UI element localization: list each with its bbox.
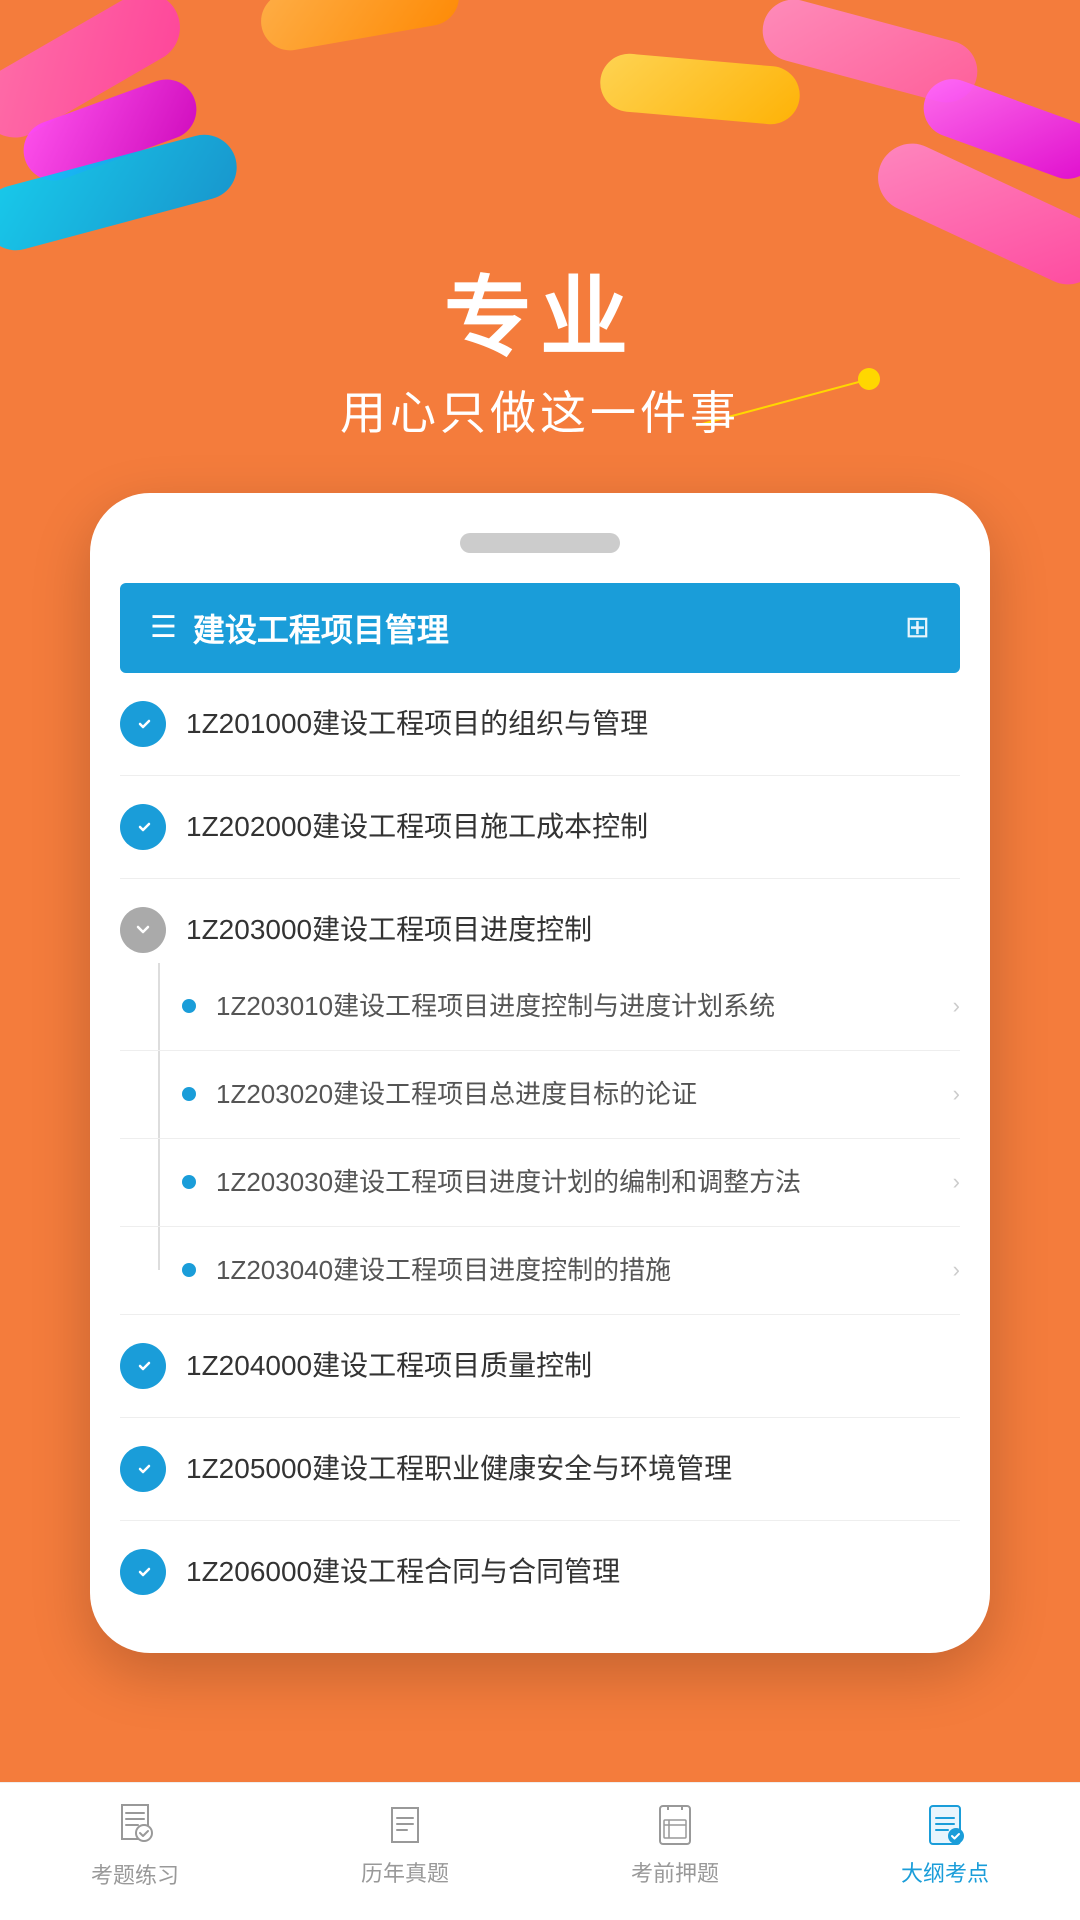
sub-item[interactable]: 1Z203020建设工程项目总进度目标的论证 › bbox=[120, 1051, 960, 1139]
phone-mockup: ☰ 建设工程项目管理 ⊞ 1Z201000建设工程项目的组织与管理 1Z2020… bbox=[90, 493, 990, 1653]
item-text: 1Z204000建设工程项目质量控制 bbox=[186, 1346, 960, 1385]
hero-title: 专业 bbox=[0, 270, 1080, 367]
nav-item-practice[interactable]: 考题练习 bbox=[35, 1799, 235, 1890]
item-text: 1Z206000建设工程合同与合同管理 bbox=[186, 1552, 960, 1591]
item-icon-blue bbox=[120, 1343, 166, 1389]
sub-item[interactable]: 1Z203030建设工程项目进度计划的编制和调整方法 › bbox=[120, 1139, 960, 1227]
item-text: 1Z205000建设工程职业健康安全与环境管理 bbox=[186, 1449, 960, 1488]
item-text: 1Z201000建设工程项目的组织与管理 bbox=[186, 704, 960, 743]
sub-item-line bbox=[158, 1139, 160, 1226]
item-icon-blue bbox=[120, 701, 166, 747]
sub-item[interactable]: 1Z203010建设工程项目进度控制与进度计划系统 › bbox=[120, 963, 960, 1051]
sub-item-text: 1Z203030建设工程项目进度计划的编制和调整方法 bbox=[216, 1163, 953, 1202]
nav-item-past[interactable]: 历年真题 bbox=[305, 1802, 505, 1888]
sub-item-dot bbox=[182, 1087, 196, 1101]
sub-item-text: 1Z203020建设工程项目总进度目标的论证 bbox=[216, 1075, 953, 1114]
list-item[interactable]: 1Z202000建设工程项目施工成本控制 bbox=[120, 776, 960, 879]
list-header-title: 建设工程项目管理 bbox=[193, 605, 449, 651]
hero-section: 专业 用心只做这一件事 bbox=[0, 0, 1080, 493]
sub-items: 1Z203010建设工程项目进度控制与进度计划系统 › 1Z203020建设工程… bbox=[120, 963, 960, 1315]
nav-icon-wrapper bbox=[112, 1799, 158, 1850]
sub-item-arrow-icon: › bbox=[953, 993, 960, 1019]
past-icon bbox=[382, 1802, 428, 1848]
sub-item[interactable]: 1Z203040建设工程项目进度控制的措施 › bbox=[120, 1227, 960, 1315]
practice-icon bbox=[112, 1799, 158, 1845]
menu-list: 1Z201000建设工程项目的组织与管理 1Z202000建设工程项目施工成本控… bbox=[90, 673, 990, 1653]
item-text: 1Z202000建设工程项目施工成本控制 bbox=[186, 807, 960, 846]
nav-item-outline[interactable]: 大纲考点 bbox=[845, 1802, 1045, 1888]
nav-label-predict: 考前押题 bbox=[631, 1856, 719, 1888]
sub-item-arrow-icon: › bbox=[953, 1257, 960, 1283]
sub-item-arrow-icon: › bbox=[953, 1169, 960, 1195]
sub-item-dot bbox=[182, 1175, 196, 1189]
list-icon: ☰ bbox=[150, 610, 177, 645]
sub-item-dot bbox=[182, 999, 196, 1013]
hero-subtitle: 用心只做这一件事 bbox=[0, 377, 1080, 443]
sub-item-line bbox=[158, 1227, 160, 1271]
list-item[interactable]: 1Z205000建设工程职业健康安全与环境管理 bbox=[120, 1418, 960, 1521]
nav-label-past: 历年真题 bbox=[361, 1856, 449, 1888]
phone-notch bbox=[460, 533, 620, 553]
nav-item-predict[interactable]: 考前押题 bbox=[575, 1802, 775, 1888]
item-icon-blue bbox=[120, 1446, 166, 1492]
sub-item-dot bbox=[182, 1263, 196, 1277]
sub-item-line bbox=[158, 963, 160, 1050]
list-item[interactable]: 1Z204000建设工程项目质量控制 bbox=[120, 1315, 960, 1418]
list-item[interactable]: 1Z206000建设工程合同与合同管理 bbox=[120, 1521, 960, 1623]
list-item-expanded[interactable]: 1Z203000建设工程项目进度控制 bbox=[120, 879, 960, 963]
nav-label-outline: 大纲考点 bbox=[901, 1856, 989, 1888]
grid-icon[interactable]: ⊞ bbox=[905, 610, 930, 645]
sub-item-line bbox=[158, 1051, 160, 1138]
item-icon-blue bbox=[120, 1549, 166, 1595]
bottom-nav: 考题练习 历年真题 考前押题 大纲考点 bbox=[0, 1782, 1080, 1920]
predict-icon bbox=[652, 1802, 698, 1848]
nav-label-practice: 考题练习 bbox=[91, 1858, 179, 1890]
sub-item-text: 1Z203040建设工程项目进度控制的措施 bbox=[216, 1251, 953, 1290]
item-icon-gray bbox=[120, 907, 166, 953]
list-item[interactable]: 1Z201000建设工程项目的组织与管理 bbox=[120, 673, 960, 776]
outline-icon bbox=[922, 1802, 968, 1848]
sub-item-arrow-icon: › bbox=[953, 1081, 960, 1107]
list-header: ☰ 建设工程项目管理 ⊞ bbox=[120, 583, 960, 673]
sub-item-text: 1Z203010建设工程项目进度控制与进度计划系统 bbox=[216, 987, 953, 1026]
item-text: 1Z203000建设工程项目进度控制 bbox=[186, 910, 960, 949]
item-icon-blue bbox=[120, 804, 166, 850]
list-header-left: ☰ 建设工程项目管理 bbox=[150, 605, 449, 651]
